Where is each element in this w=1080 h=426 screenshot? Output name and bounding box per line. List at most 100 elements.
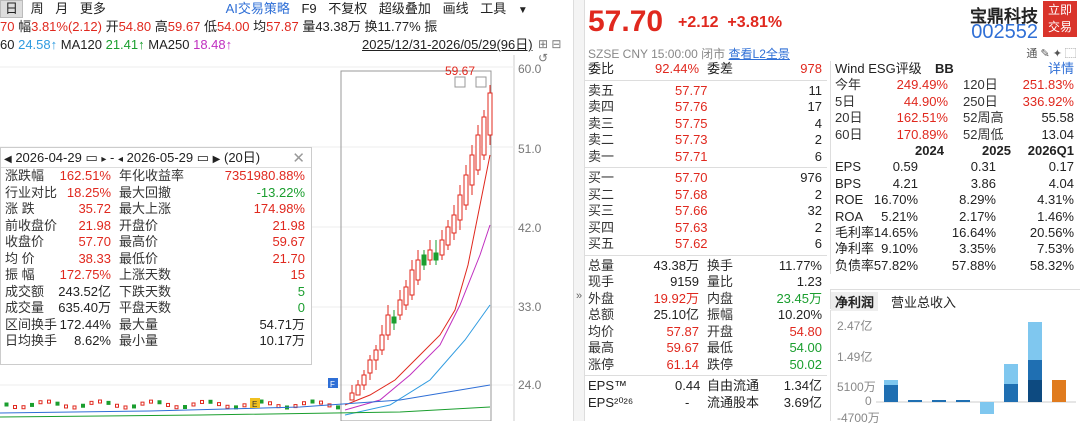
candle-body bbox=[336, 405, 340, 410]
candle-body bbox=[132, 404, 136, 409]
book-cell: 卖三 bbox=[588, 115, 615, 131]
trade-stat-cell: 59.67 bbox=[666, 340, 699, 355]
metric-cell: ROA bbox=[835, 208, 864, 224]
candle-body bbox=[13, 405, 17, 410]
trade-stat-row: 总量 43.38万 换手 11.77% bbox=[585, 258, 827, 275]
candle-body bbox=[475, 134, 481, 171]
date-from[interactable]: 2026-04-29 bbox=[15, 150, 82, 165]
stat-cell: 平盘天数 bbox=[119, 300, 172, 315]
metric-cell: 58.32% bbox=[1029, 257, 1074, 273]
bid-row[interactable]: 买一 57.70 976 bbox=[585, 170, 827, 187]
book-cell: 2 bbox=[814, 186, 822, 202]
date-range-label[interactable]: 2025/12/31-2026/05/29(96日) bbox=[362, 37, 533, 53]
collapse-handle[interactable]: » bbox=[573, 0, 585, 421]
return-cell: 60日 bbox=[835, 126, 863, 142]
overlay-button[interactable]: 超级叠加 bbox=[375, 1, 435, 17]
candle-body bbox=[149, 399, 153, 404]
ask-row[interactable]: 卖二 57.73 2 bbox=[585, 132, 827, 149]
book-cell: 57.75 bbox=[675, 115, 708, 131]
return-cell: 250日 bbox=[963, 93, 998, 109]
trade-now-button[interactable]: 立即 交易 bbox=[1043, 1, 1077, 37]
double-chevron-right-icon[interactable]: » bbox=[576, 290, 582, 302]
candle-body bbox=[421, 254, 427, 266]
chevron-down-icon[interactable]: ▼ bbox=[514, 3, 532, 19]
metric-cell: 4.04 bbox=[1048, 175, 1074, 191]
candle-body bbox=[391, 316, 397, 324]
return-cell: 55.58 bbox=[1041, 110, 1074, 126]
stat-cell: 8.62% bbox=[74, 333, 111, 348]
stat-cell: 21.98 bbox=[78, 217, 111, 233]
right-arrow-icon[interactable]: ▸ bbox=[101, 154, 106, 165]
trade-stat-cell: 外盘 bbox=[588, 290, 615, 306]
l2-link[interactable]: 查看L2全景 bbox=[729, 47, 790, 61]
metric-cell: 0.31 bbox=[970, 159, 996, 175]
book-cell: 4 bbox=[814, 115, 822, 131]
bid-row[interactable]: 买三 57.66 32 bbox=[585, 203, 827, 220]
stat-cell: 243.52亿 bbox=[58, 283, 111, 299]
calendar-icon[interactable]: ▭ bbox=[197, 150, 209, 165]
ai-strategy-button[interactable]: AI交易策略 bbox=[222, 1, 294, 17]
ask-row[interactable]: 卖四 57.76 17 bbox=[585, 99, 827, 116]
tab-revenue[interactable]: 营业总收入 bbox=[891, 292, 956, 311]
interval-stats-header: ◀ 2026-04-29 ▭ ▸ - ◂ 2026-05-29 ▭ ▶ (20日… bbox=[1, 148, 311, 168]
eps-row: EPS™ 0.44 自由流通 1.34亿 bbox=[588, 378, 822, 393]
return-cell: 120日 bbox=[963, 77, 998, 93]
trade-stat-cell: 涨停 bbox=[588, 356, 615, 372]
candle-body bbox=[385, 314, 391, 336]
candle-body bbox=[457, 194, 463, 221]
candle-body bbox=[242, 403, 247, 408]
tab-day[interactable]: 日 bbox=[0, 0, 24, 18]
bid-row[interactable]: 买五 57.62 6 bbox=[585, 236, 827, 253]
tools-button[interactable]: 工具 bbox=[476, 1, 510, 17]
book-cell: 买三 bbox=[588, 203, 615, 218]
stat-cell: 均 价 bbox=[5, 250, 35, 266]
book-cell: 57.62 bbox=[675, 236, 708, 251]
date-to[interactable]: 2026-05-29 bbox=[127, 150, 194, 165]
metric-cell: ROE bbox=[835, 192, 864, 208]
trade-stat-row: 现手 9159 量比 1.23 bbox=[585, 274, 827, 291]
quote-tool-icons[interactable]: 通 ✎ ✦ ⬚ bbox=[1026, 45, 1076, 61]
detail-link[interactable]: 详情 bbox=[1048, 61, 1074, 77]
bid-row[interactable]: 买二 57.68 2 bbox=[585, 187, 827, 204]
close-icon[interactable]: ✕ bbox=[292, 149, 305, 169]
stat-row: 均 价 38.33 最低价 21.70 bbox=[1, 251, 311, 268]
y-axis-label: 42.0 bbox=[518, 221, 542, 235]
ask-row[interactable]: 卖五 57.77 11 bbox=[585, 83, 827, 100]
trade-stat-cell: 量比 bbox=[707, 274, 734, 289]
right-arrow-icon[interactable]: ▶ bbox=[213, 154, 221, 165]
metric-cell: 净利率 bbox=[835, 241, 875, 257]
stat-cell: 59.67 bbox=[272, 234, 305, 249]
candle-body bbox=[191, 402, 196, 407]
book-cell: 买四 bbox=[588, 219, 615, 235]
tab-week[interactable]: 周 bbox=[27, 1, 48, 17]
bid-row[interactable]: 买四 57.63 2 bbox=[585, 220, 827, 237]
candle-body bbox=[451, 214, 457, 234]
book-cell: 6 bbox=[814, 148, 822, 164]
candle-body bbox=[30, 402, 34, 407]
draw-line-button[interactable]: 画线 bbox=[439, 1, 473, 17]
tab-month[interactable]: 月 bbox=[51, 1, 72, 17]
order-ratio-row: 委比 92.44% 委差 978 bbox=[588, 61, 822, 76]
stat-cell: 成交额 bbox=[5, 283, 45, 299]
stat-row: 成交额 243.52亿 下跌天数 5 bbox=[1, 284, 311, 301]
f9-button[interactable]: F9 bbox=[297, 1, 320, 17]
stat-cell: 162.51% bbox=[59, 168, 111, 183]
candle-body bbox=[302, 401, 306, 406]
trade-stat-cell: 50.02 bbox=[789, 356, 822, 372]
stat-cell: 最低价 bbox=[119, 250, 159, 266]
tab-more[interactable]: 更多 bbox=[76, 1, 110, 17]
stat-cell: 区间换手 bbox=[5, 316, 58, 332]
trade-stat-cell: 57.87 bbox=[666, 323, 699, 339]
y-axis-label: 33.0 bbox=[518, 300, 542, 314]
stat-cell: 最大量 bbox=[119, 316, 159, 332]
return-cell: 52周低 bbox=[963, 126, 1004, 142]
ask-row[interactable]: 卖一 57.71 6 bbox=[585, 149, 827, 166]
left-arrow-icon[interactable]: ◀ bbox=[4, 154, 12, 165]
adjust-button[interactable]: 不复权 bbox=[324, 1, 371, 17]
calendar-icon[interactable]: ▭ bbox=[85, 150, 97, 165]
ask-row[interactable]: 卖三 57.75 4 bbox=[585, 116, 827, 133]
tab-net-profit[interactable]: 净利润 bbox=[831, 292, 879, 311]
left-arrow-icon[interactable]: ◂ bbox=[118, 154, 123, 165]
trade-stat-row: 外盘 19.92万 内盘 23.45万 bbox=[585, 291, 827, 308]
trade-stat-cell: 内盘 bbox=[707, 290, 734, 306]
